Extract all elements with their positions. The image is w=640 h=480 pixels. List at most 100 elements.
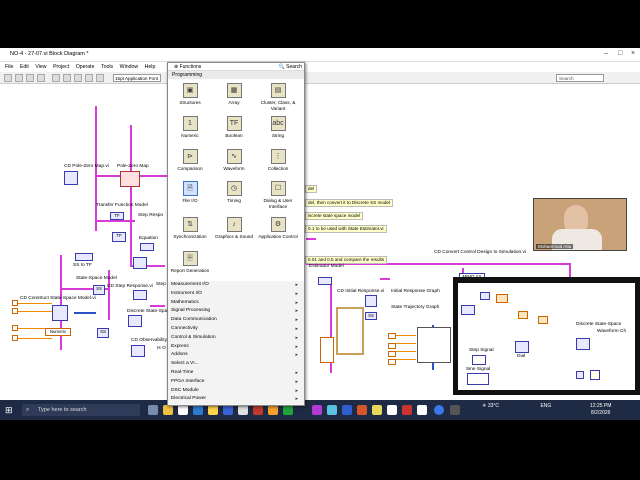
chrome-icon[interactable]	[178, 405, 188, 415]
step-node[interactable]	[133, 290, 147, 300]
palette-list-item[interactable]: Mathematics ▸	[168, 299, 304, 308]
palette-header[interactable]: ⊕ Functions 🔍 Search	[168, 63, 304, 71]
control-simulation-loop[interactable]: Step Signal Sine Signal Dial Discrete St…	[453, 277, 640, 395]
palette-report[interactable]: 🗏 Report Generation	[170, 251, 210, 274]
taskbar-search-input[interactable]: ⌕ Type here to search	[22, 404, 140, 416]
word-icon[interactable]	[342, 405, 352, 415]
maximize-icon[interactable]: □	[618, 50, 622, 57]
minimize-icon[interactable]: –	[604, 50, 608, 57]
menu-file[interactable]: File	[5, 64, 13, 70]
app-icon-2[interactable]	[253, 405, 263, 415]
feedback-node[interactable]	[461, 305, 475, 315]
palette-list-item[interactable]: Measurement I/O ▸	[168, 281, 304, 290]
ss-to-tf-node[interactable]	[75, 253, 93, 261]
observability-node[interactable]	[131, 345, 145, 357]
dss-node[interactable]	[576, 338, 590, 350]
run-continuous-icon[interactable]	[15, 74, 23, 82]
initial-response-node[interactable]	[365, 295, 377, 307]
palette-search-button[interactable]: 🔍 Search	[279, 63, 302, 71]
palette-graphics[interactable]: ♪ Graphics & Sound	[214, 217, 254, 240]
a-matrix-control[interactable]	[12, 300, 18, 306]
ss-node-3[interactable]: SS	[365, 312, 377, 320]
labview-icon[interactable]	[208, 405, 218, 415]
retain-wire-icon[interactable]	[63, 74, 71, 82]
sine-signal-node[interactable]	[467, 373, 489, 385]
menu-tools[interactable]: Tools	[101, 64, 113, 70]
data-table[interactable]	[417, 327, 451, 363]
app-icon-4[interactable]	[283, 405, 293, 415]
palette-cluster[interactable]: ▤ Cluster, Class, & Variant	[258, 83, 298, 111]
palette-file-io[interactable]: 🗎 File I/O	[170, 181, 210, 204]
step-response-node[interactable]	[133, 257, 147, 269]
functions-palette[interactable]: ⊕ Functions 🔍 Search Programming ▣ Struct…	[167, 62, 305, 406]
abort-icon[interactable]	[26, 74, 34, 82]
app-icon-9[interactable]	[402, 405, 412, 415]
language-indicator[interactable]: ENG	[540, 403, 551, 409]
menu-edit[interactable]: Edit	[20, 64, 29, 70]
matrix-constant[interactable]	[336, 307, 364, 355]
gain-node-2[interactable]	[538, 316, 548, 324]
palette-list-item[interactable]: Control & Simulation ▸	[168, 334, 304, 343]
app-icon-10[interactable]	[417, 405, 427, 415]
ss-node[interactable]: SS	[93, 285, 105, 295]
app-icon[interactable]	[238, 405, 248, 415]
d-matrix-control[interactable]	[12, 335, 18, 341]
palette-collection[interactable]: ⋮ Collection	[258, 149, 298, 172]
pause-icon[interactable]	[37, 74, 45, 82]
menu-project[interactable]: Project	[53, 64, 69, 70]
palette-list-item[interactable]: Connectivity ▸	[168, 325, 304, 334]
palette-structures[interactable]: ▣ Structures	[170, 83, 210, 106]
stop-button[interactable]	[590, 370, 600, 380]
step-over-icon[interactable]	[85, 74, 93, 82]
windows-start-icon[interactable]: ⊞	[5, 405, 13, 416]
menu-window[interactable]: Window	[120, 64, 138, 70]
equation-node[interactable]	[140, 243, 154, 251]
app-icon-11[interactable]	[450, 405, 460, 415]
stop-terminal[interactable]	[576, 371, 584, 379]
edge-icon[interactable]	[193, 405, 203, 415]
highlight-icon[interactable]	[52, 74, 60, 82]
palette-list-item[interactable]: Instrument I/O ▸	[168, 290, 304, 299]
palette-timing[interactable]: ◷ Timing	[214, 181, 254, 204]
menu-help[interactable]: Help	[145, 64, 156, 70]
c-matrix-control[interactable]	[12, 325, 18, 331]
palette-numeric[interactable]: 1 Numeric	[170, 116, 210, 139]
gain-node-1[interactable]	[518, 311, 528, 319]
palette-list-item[interactable]: Electrical Power ▸	[168, 395, 304, 404]
step-signal-node[interactable]	[472, 355, 486, 365]
palette-dialog[interactable]: ☐ Dialog & User Interface	[258, 181, 298, 209]
zoom-icon[interactable]	[223, 405, 233, 415]
palette-list-item[interactable]: Signal Processing ▸	[168, 307, 304, 316]
construct-ss-node[interactable]	[52, 305, 68, 321]
ss-node-2[interactable]: SS	[97, 328, 109, 338]
pole-zero-map-graph[interactable]	[120, 171, 140, 187]
loop-input-node[interactable]	[480, 292, 490, 300]
close-icon[interactable]: ×	[631, 50, 635, 57]
palette-list-item[interactable]: DSC Module ▸	[168, 387, 304, 396]
palette-category-programming[interactable]: Programming	[168, 71, 304, 79]
array-index-0[interactable]	[388, 333, 396, 339]
palette-comparison[interactable]: ⊳ Comparison	[170, 149, 210, 172]
discrete-ss-node[interactable]	[128, 315, 142, 327]
pole-zero-vi-node[interactable]	[64, 171, 78, 185]
palette-app-control[interactable]: ⚙ Application Control	[258, 217, 298, 240]
file-explorer-icon[interactable]	[163, 405, 173, 415]
palette-list-item[interactable]: FPGA Interface ▸	[168, 378, 304, 387]
palette-list-item[interactable]: Express ▸	[168, 343, 304, 352]
step-into-icon[interactable]	[74, 74, 82, 82]
palette-list-item[interactable]: Select a VI...	[168, 360, 304, 369]
palette-boolean[interactable]: TF Boolean	[214, 116, 254, 139]
palette-list-item[interactable]: Addons ▸	[168, 351, 304, 360]
summation-node[interactable]	[496, 294, 508, 303]
step-out-icon[interactable]	[96, 74, 104, 82]
app-icon-7[interactable]	[372, 405, 382, 415]
palette-string[interactable]: abc String	[258, 116, 298, 139]
tf-node[interactable]: TF	[112, 232, 126, 242]
estimator-node[interactable]	[318, 277, 332, 285]
meeting-icon[interactable]	[434, 405, 444, 415]
array-index-1[interactable]	[388, 343, 396, 349]
font-selector[interactable]: 15pt Application Font	[113, 74, 161, 82]
taskbar-clock[interactable]: 12:25 PM 8/2/2026	[590, 403, 611, 416]
app-icon-6[interactable]	[327, 405, 337, 415]
array-index-2[interactable]	[388, 351, 396, 357]
